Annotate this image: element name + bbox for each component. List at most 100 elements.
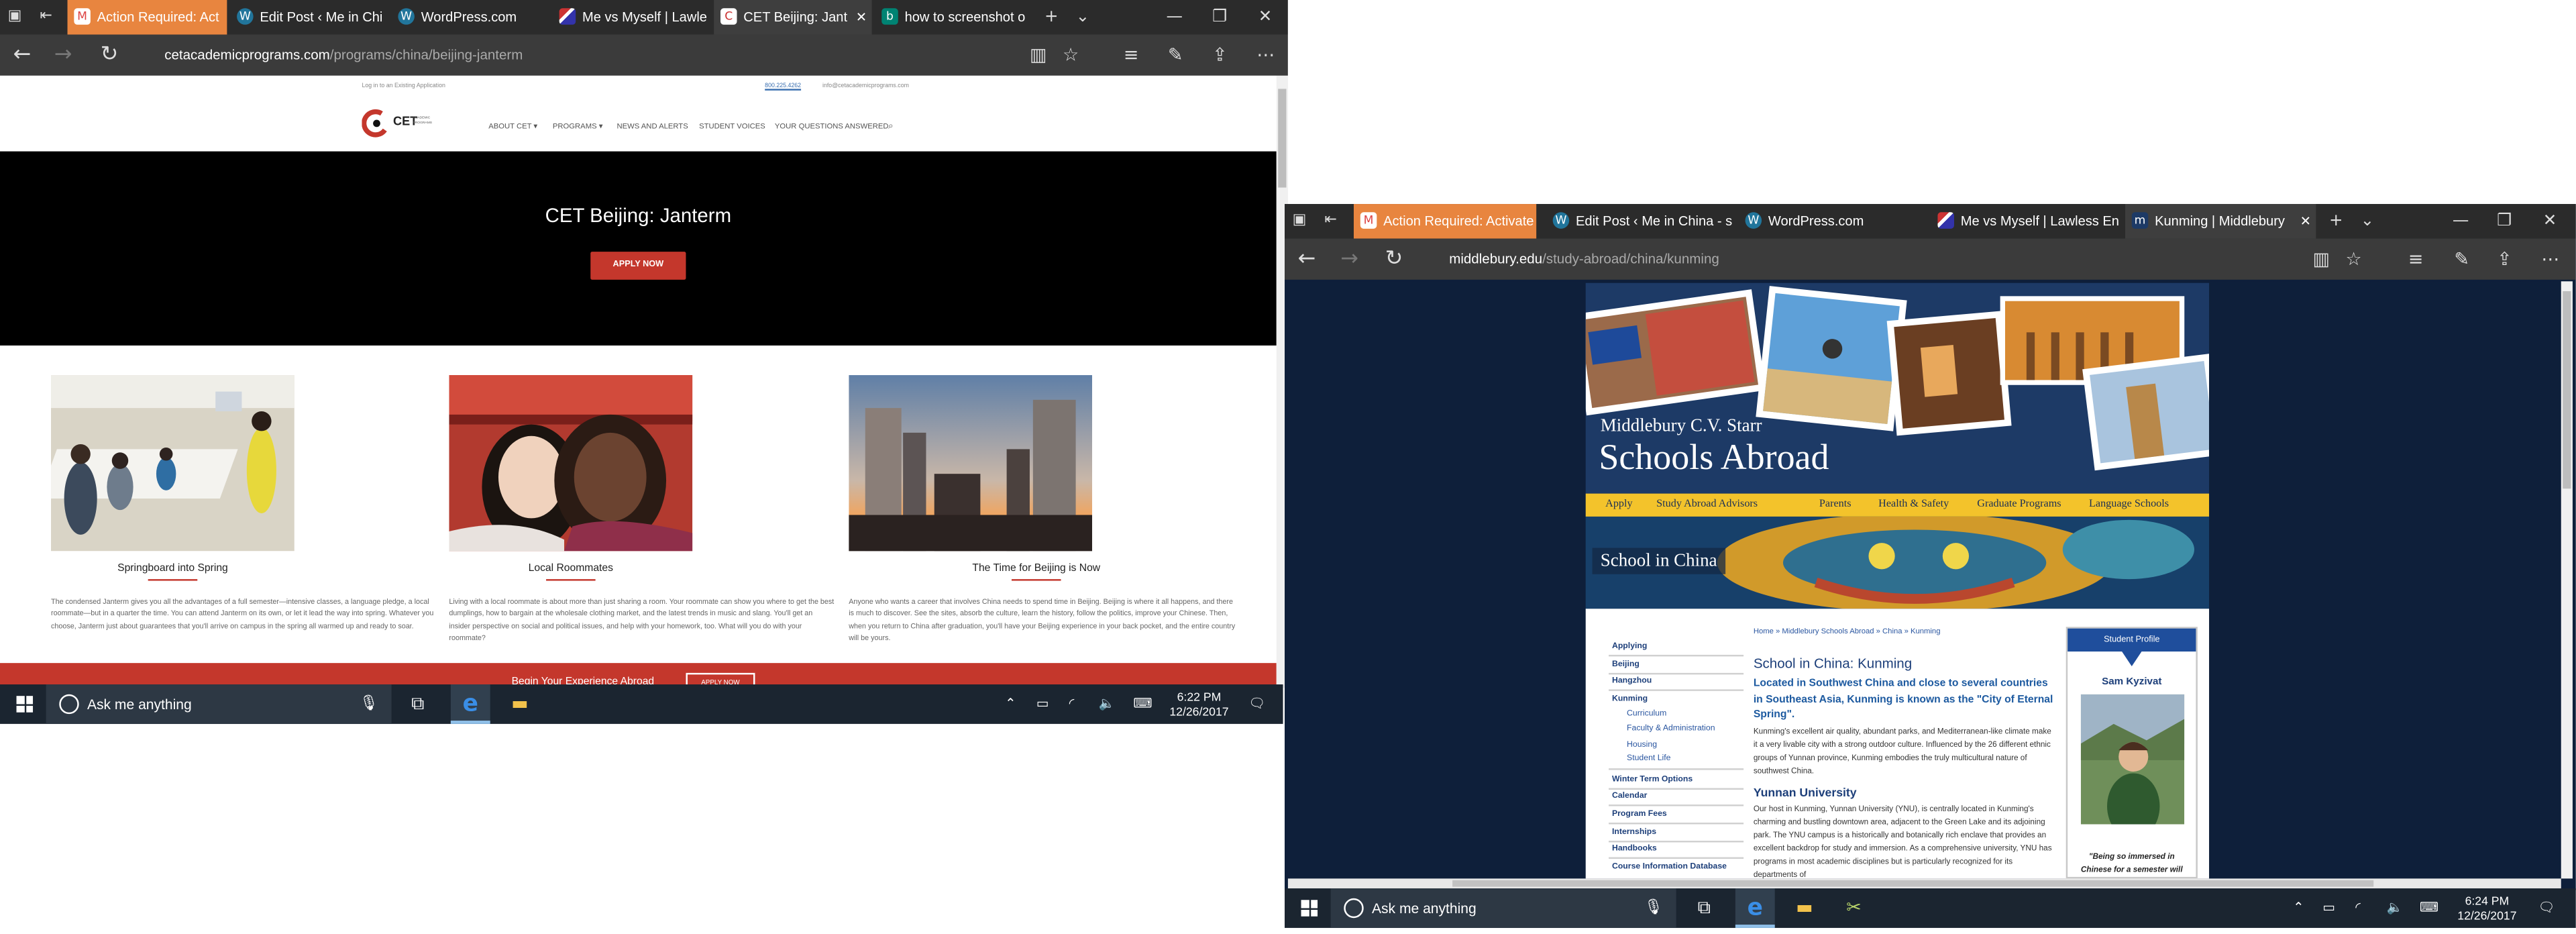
action-center-icon[interactable]: 🗨 [1248,684,1265,724]
middlebury-title[interactable]: Schools Abroad [1599,436,1829,479]
url-field[interactable]: middlebury.edu/study-abroad/china/kunmin… [1449,239,1719,280]
tab-wordpress[interactable]: W WordPress.com [1739,204,1927,238]
more-icon[interactable]: ⋯ [1256,34,1275,75]
sidebar-item-kunming[interactable]: Kunming [1612,694,1648,705]
tab-edit-post[interactable]: W Edit Post ‹ Me in Chi [230,0,388,34]
back-arrow-icon[interactable]: ← [13,34,32,75]
reading-view-icon[interactable]: ▥ [2313,239,2330,280]
minimize-icon[interactable]: — [1166,0,1183,34]
menu-language-schools[interactable]: Language Schools [2089,494,2169,517]
back-arrow-icon[interactable]: ← [1298,239,1316,280]
web-note-icon[interactable]: ✎ [1168,34,1183,75]
sidebar-item-hangzhou[interactable]: Hangzhou [1612,676,1652,686]
microphone-icon[interactable]: 🎙 [360,684,378,724]
new-tab-icon[interactable]: + [1044,0,1059,34]
microphone-icon[interactable]: 🎙 [1644,888,1663,928]
apply-now-button[interactable]: APPLY NOW [590,252,686,280]
tab-how-to-screenshot[interactable]: b how to screenshot o [875,0,1032,34]
set-aside-tabs-icon[interactable]: ⇤ [36,7,56,26]
menu-health-safety[interactable]: Health & Safety [1878,494,1949,517]
volume-icon[interactable]: 🔈 [2387,888,2403,928]
wifi-icon[interactable]: ◜ [2355,888,2361,928]
file-explorer-icon[interactable]: ▬ [500,684,539,724]
sidebar-item-student-life[interactable]: Student Life [1627,754,1670,764]
share-icon[interactable]: ⇪ [2497,239,2512,280]
file-explorer-icon[interactable]: ▬ [1784,888,1824,928]
menu-parents[interactable]: Parents [1819,494,1851,517]
breadcrumb[interactable]: Home » Middlebury Schools Abroad » China… [1754,627,1941,635]
email-link[interactable]: info@cetacademicprograms.com [822,83,909,89]
restore-icon[interactable]: ❐ [2497,204,2512,238]
profile-name[interactable]: Sam Kyzivat [2068,676,2196,688]
edge-taskbar-icon[interactable]: e [450,684,490,724]
set-aside-tabs-icon[interactable]: ⇤ [1321,211,1340,230]
scrollbar-thumb[interactable] [2563,291,2571,489]
sidebar-item-internships[interactable]: Internships [1612,827,1656,837]
nav-student-voices[interactable]: STUDENT VOICES [699,121,765,129]
minimize-icon[interactable]: — [2453,204,2469,238]
tab-kunming-middlebury[interactable]: m Kunming | Middlebury ✕ [2125,204,2316,239]
scrollbar-thumb[interactable] [1452,880,2374,887]
tab-action-required[interactable]: M Action Required: Act [67,0,227,35]
tab-manager-icon[interactable]: ▣ [5,7,24,26]
volume-icon[interactable]: 🔈 [1099,684,1115,724]
refresh-icon[interactable]: ↻ [101,34,119,75]
share-icon[interactable]: ⇪ [1212,34,1228,75]
sidebar-item-course-database[interactable]: Course Information Database [1612,862,1727,872]
card-title-time-for-beijing[interactable]: The Time for Beijing is Now [914,563,1158,574]
scrollbar-thumb[interactable] [1278,89,1287,188]
taskbar-clock[interactable]: 6:22 PM 12/26/2017 [1163,689,1236,719]
tab-edit-post[interactable]: W Edit Post ‹ Me in China - s [1546,204,1734,238]
show-hidden-icons-icon[interactable]: ⌃ [2293,888,2304,928]
forward-arrow-icon[interactable]: → [54,34,72,75]
sidebar-item-calendar[interactable]: Calendar [1612,791,1647,801]
tab-cet-beijing[interactable]: C CET Beijing: Jant ✕ [714,0,872,35]
refresh-icon[interactable]: ↻ [1385,239,1403,280]
keyboard-icon[interactable]: ⌨ [1133,684,1152,724]
reading-view-icon[interactable]: ▥ [1030,34,1047,75]
tab-action-required[interactable]: M Action Required: Activate [1353,204,1537,239]
phone-link[interactable]: 800.225.4262 [765,83,801,89]
sidebar-item-handbooks[interactable]: Handbooks [1612,844,1657,854]
menu-graduate-programs[interactable]: Graduate Programs [1977,494,2061,517]
hub-icon[interactable]: ≡ [1124,34,1139,75]
nav-questions-answered[interactable]: YOUR QUESTIONS ANSWERED [775,121,889,129]
close-window-icon[interactable]: ✕ [1258,0,1273,34]
sidebar-item-faculty[interactable]: Faculty & Administration [1627,724,1715,734]
windows-start-icon[interactable] [16,696,34,713]
right-page-scrollbar[interactable] [2561,281,2573,879]
new-tab-icon[interactable]: + [2329,204,2343,238]
tab-wordpress[interactable]: W WordPress.com [392,0,549,34]
favorite-star-icon[interactable]: ☆ [1063,34,1079,75]
sidebar-item-program-fees[interactable]: Program Fees [1612,809,1667,819]
horizontal-scrollbar[interactable] [1287,878,2561,889]
sidebar-item-curriculum[interactable]: Curriculum [1627,709,1666,719]
nav-programs[interactable]: PROGRAMS ▾ [553,121,603,132]
task-view-icon[interactable]: ⧉ [398,684,437,724]
forward-arrow-icon[interactable]: → [1340,239,1358,280]
card-title-springboard[interactable]: Springboard into Spring [51,563,294,574]
tab-manager-icon[interactable]: ▣ [1289,211,1309,230]
student-profile-card[interactable]: Student Profile Sam Kyzivat "Being so im… [2065,627,2198,888]
edge-taskbar-icon[interactable]: e [1735,888,1775,928]
task-view-icon[interactable]: ⧉ [1684,888,1724,928]
battery-icon[interactable]: ▭ [1036,684,1049,724]
close-tab-icon[interactable]: ✕ [2300,204,2311,238]
restore-icon[interactable]: ❐ [1212,0,1227,34]
hub-icon[interactable]: ≡ [2408,239,2424,280]
login-link[interactable]: Log in to an Existing Application [362,83,445,89]
taskbar-clock[interactable]: 6:24 PM 12/26/2017 [2451,893,2523,923]
tab-preview-chevron-icon[interactable]: ⌄ [2361,204,2375,238]
nav-about-cet[interactable]: ABOUT CET ▾ [488,121,537,132]
tab-preview-chevron-icon[interactable]: ⌄ [1076,0,1090,34]
url-field[interactable]: cetacademicprograms.com/programs/china/b… [164,34,523,75]
nav-news-alerts[interactable]: NEWS AND ALERTS [616,121,688,129]
menu-advisors[interactable]: Study Abroad Advisors [1656,494,1758,517]
keyboard-icon[interactable]: ⌨ [2420,888,2438,928]
cet-logo[interactable]: CET ACADEMIC PROGRAMS [362,109,437,138]
menu-apply[interactable]: Apply [1605,494,1632,517]
wifi-icon[interactable]: ◜ [1069,684,1075,724]
close-tab-icon[interactable]: ✕ [856,0,867,34]
cortana-search-box[interactable]: Ask me anything 🎙 [1330,888,1676,928]
web-note-icon[interactable]: ✎ [2454,239,2469,280]
